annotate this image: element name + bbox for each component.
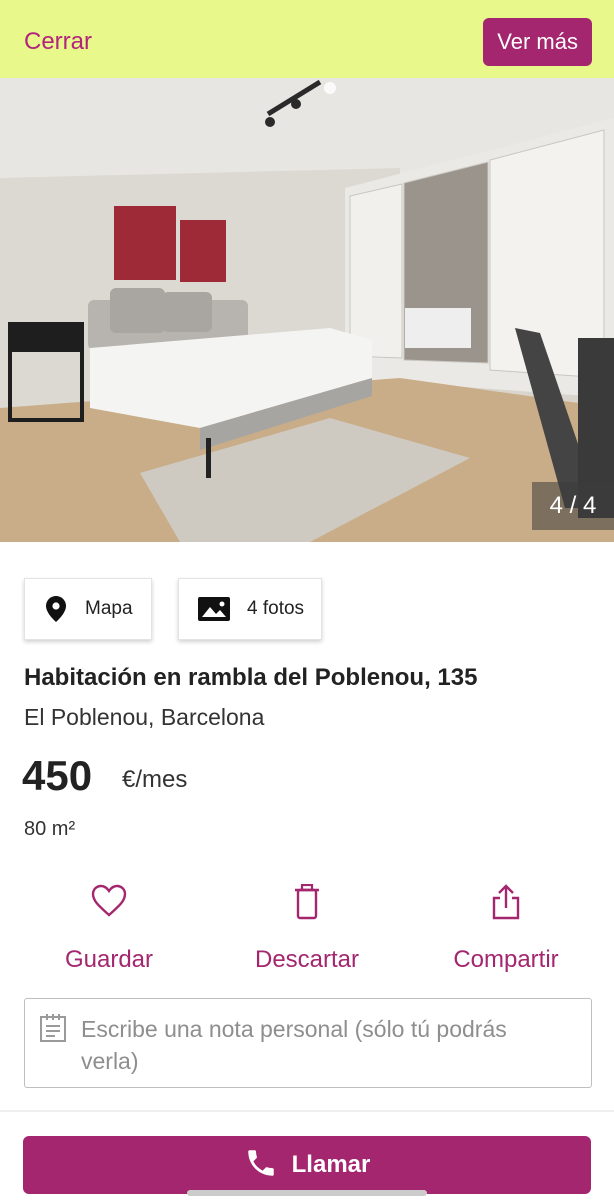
personal-note-field[interactable]: Escribe una nota personal (sólo tú podrá… — [24, 998, 592, 1088]
listing-price: 450 — [22, 752, 93, 799]
discard-label: Descartar — [254, 946, 360, 973]
price-unit: €/mes — [122, 766, 188, 793]
listing-location: El Poblenou, Barcelona — [24, 704, 265, 730]
close-link[interactable]: Cerrar — [24, 28, 92, 56]
share-icon — [416, 884, 596, 924]
photos-chip[interactable]: 4 fotos — [178, 578, 322, 640]
save-button[interactable]: Guardar — [19, 884, 199, 974]
listing-title: Habitación en rambla del Poblenou, 135 — [24, 664, 478, 691]
listing-photo[interactable]: 4 / 4 — [0, 78, 614, 542]
location-pin-icon — [43, 596, 69, 622]
call-button[interactable]: Llamar — [23, 1136, 591, 1194]
listing-area: 80 m² — [24, 818, 76, 840]
bedroom-photo-illustration — [0, 78, 614, 542]
share-button[interactable]: Compartir — [416, 884, 596, 974]
call-label: Llamar — [291, 1151, 371, 1178]
note-icon — [39, 1013, 67, 1048]
top-bar: Cerrar Ver más — [0, 0, 614, 78]
home-indicator — [187, 1190, 427, 1196]
save-label: Guardar — [64, 946, 154, 973]
note-placeholder: Escribe una nota personal (sólo tú podrá… — [81, 1016, 507, 1074]
photos-chip-label: 4 fotos — [247, 598, 305, 619]
map-chip-label: Mapa — [85, 598, 133, 619]
photo-counter: 4 / 4 — [532, 482, 614, 530]
trash-icon — [217, 884, 397, 924]
heart-icon — [19, 884, 199, 924]
phone-icon — [244, 1146, 278, 1185]
map-chip[interactable]: Mapa — [24, 578, 152, 640]
see-more-button[interactable]: Ver más — [483, 18, 592, 66]
share-label: Compartir — [453, 946, 559, 973]
image-icon — [197, 596, 231, 622]
discard-button[interactable]: Descartar — [217, 884, 397, 974]
divider — [0, 1110, 614, 1112]
